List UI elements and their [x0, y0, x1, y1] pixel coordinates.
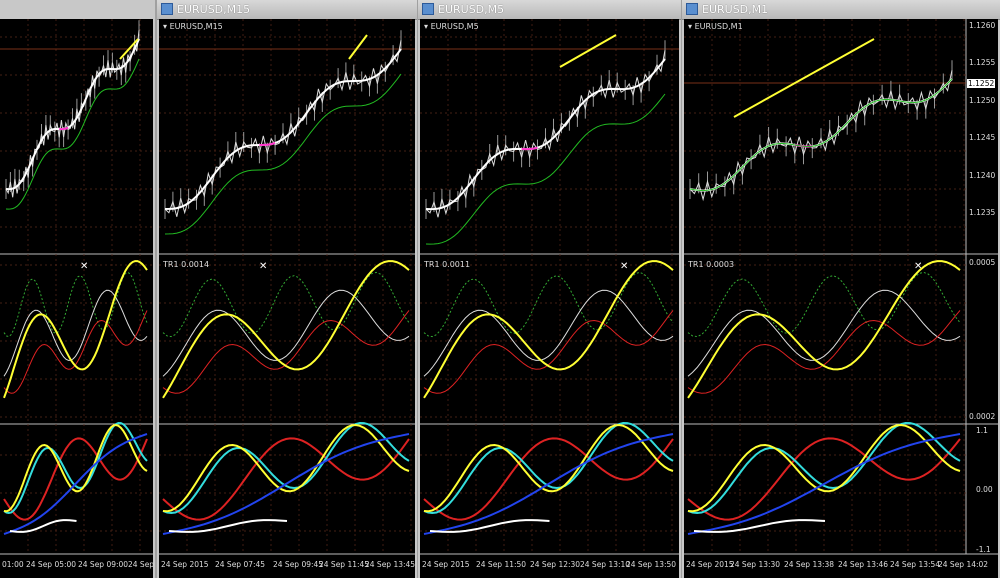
- symbol-text: EURUSD,M1: [694, 22, 743, 31]
- time-label: 24 Sep 11:45: [319, 560, 370, 569]
- oscillator-yellow-line: [162, 423, 410, 513]
- time-label: 24 Sep 13:38: [784, 560, 835, 569]
- window-title: EURUSD,M15: [177, 3, 251, 16]
- window-title: EURUSD,M5: [438, 3, 505, 16]
- chart-area[interactable]: ✕ 01:00 24 Sep 05:00 24 Sep 09:00 24 Sep: [0, 19, 155, 578]
- time-label: 24 Sep 13:10: [580, 560, 631, 569]
- chart-area[interactable]: ✕ ▾ EURUSD,M15 TR1 0.0014 24 Sep 2015 24…: [159, 19, 415, 578]
- indicator-label: TR1 0.0014: [163, 260, 210, 269]
- chart-window-icon: [422, 3, 434, 15]
- price-axis-label: 1.1240: [969, 171, 996, 180]
- oscillator-cyan-line: [423, 421, 674, 515]
- signal-marker: ✕: [914, 261, 922, 272]
- oscillator-yellow-line: [423, 423, 674, 513]
- trend-line: [733, 38, 875, 118]
- time-label: 24 Sep 13:30: [730, 560, 781, 569]
- time-label: 24 Sep 2015: [422, 560, 470, 569]
- time-label: 24 Sep 14:02: [938, 560, 989, 569]
- chart-svg-3: ✕: [684, 19, 998, 555]
- window-titlebar[interactable]: EURUSD,M15: [157, 0, 417, 20]
- symbol-text: EURUSD,M5: [430, 22, 479, 31]
- time-label: 24 Sep 13:50: [626, 560, 677, 569]
- indicator-label: TR1 0.0003: [688, 260, 735, 269]
- chart-svg-1: ✕: [159, 19, 415, 555]
- time-label: 24 Sep 2015: [686, 560, 734, 569]
- time-label: 24 Sep 09:00: [78, 560, 129, 569]
- time-label: 24 Sep 09:45: [273, 560, 324, 569]
- time-label: 24 Sep 2015: [161, 560, 209, 569]
- price-axis-label: 1.1260: [969, 21, 996, 30]
- signal-marker: ✕: [80, 261, 88, 272]
- chart-window-icon: [161, 3, 173, 15]
- chart-window-icon: [686, 3, 698, 15]
- oscillator-white-line: [9, 519, 77, 533]
- chart-window-m15[interactable]: EURUSD,M15 ✕ ▾ EURUSD,M15 TR1 0.0014 24 …: [157, 0, 417, 578]
- time-label: 24 Sep 13:46: [838, 560, 889, 569]
- symbol-label: ▾ EURUSD,M5: [424, 22, 479, 31]
- chart-window-m5[interactable]: EURUSD,M5 ✕ ▾ EURUSD,M5 TR1 0.0011 24 Se…: [418, 0, 681, 578]
- price-axis-label: 1.1235: [969, 208, 996, 217]
- chart-svg-2: ✕: [420, 19, 679, 555]
- time-label: 24 Sep 13:45: [365, 560, 416, 569]
- symbol-label: ▾ EURUSD,M1: [688, 22, 743, 31]
- indicator-axis-label: 0.0005: [969, 258, 996, 267]
- indicator-dotted-line: [162, 271, 410, 338]
- window-titlebar[interactable]: EURUSD,M1: [682, 0, 1000, 20]
- time-label: 01:00: [2, 560, 24, 569]
- signal-marker: ✕: [259, 261, 267, 272]
- window-titlebar[interactable]: EURUSD,M5: [418, 0, 681, 20]
- time-label: 24 Sep 11:50: [476, 560, 527, 569]
- time-label: 24 Sep 07:45: [215, 560, 266, 569]
- oscillator-red-line: [162, 437, 410, 521]
- support-line: [164, 73, 402, 235]
- signal-marker: ✕: [620, 261, 628, 272]
- oscillator-cyan-line: [162, 421, 410, 515]
- chart-svg-0: ✕: [0, 19, 153, 555]
- trend-line: [348, 34, 368, 60]
- indicator-dotted-line: [423, 271, 674, 338]
- oscillator-white-line: [693, 519, 826, 533]
- indicator-yellow-line: [162, 260, 410, 399]
- price-axis-label: 1.1250: [969, 96, 996, 105]
- chart-area[interactable]: ✕ ▾ EURUSD,M5 TR1 0.0011 24 Sep 2015 24 …: [420, 19, 679, 578]
- time-label: 24 Sep 05:00: [26, 560, 77, 569]
- symbol-label: ▾ EURUSD,M15: [163, 22, 223, 31]
- time-label: 24 Sep 13:54: [890, 560, 941, 569]
- oscillator-yellow-line: [687, 423, 961, 513]
- indicator-axis-label: 0.0002: [969, 412, 996, 421]
- oscillator-red-line: [423, 437, 674, 521]
- support-line: [425, 93, 666, 245]
- time-label: 24 Sep 12:30: [530, 560, 581, 569]
- indicator-yellow-line: [423, 260, 674, 399]
- current-price-badge: 1.1252: [967, 79, 996, 88]
- time-label: 24 Sep: [128, 560, 155, 569]
- oscillator-axis-label: -1.1: [976, 545, 991, 554]
- oscillator-yellow-line: [3, 423, 148, 513]
- indicator-dotted-line: [3, 271, 148, 338]
- chart-window-m1[interactable]: EURUSD,M1 ✕ ▾ EURUSD,M1 TR1 0.0003 1.126…: [682, 0, 1000, 578]
- oscillator-axis-label: 0.00: [976, 485, 993, 494]
- symbol-text: EURUSD,M15: [169, 22, 223, 31]
- oscillator-axis-label: 1.1: [976, 426, 988, 435]
- chart-window-partial[interactable]: ✕ 01:00 24 Sep 05:00 24 Sep 09:00 24 Sep: [0, 0, 155, 578]
- price-axis-label: 1.1245: [969, 133, 996, 142]
- window-title: EURUSD,M1: [702, 3, 769, 16]
- price-axis-label: 1.1255: [969, 58, 996, 67]
- chart-area[interactable]: ✕ ▾ EURUSD,M1 TR1 0.0003 1.1260 1.1255 1…: [684, 19, 998, 578]
- indicator-label: TR1 0.0011: [424, 260, 471, 269]
- support-line: [5, 58, 140, 210]
- indicator-yellow-line: [3, 260, 148, 399]
